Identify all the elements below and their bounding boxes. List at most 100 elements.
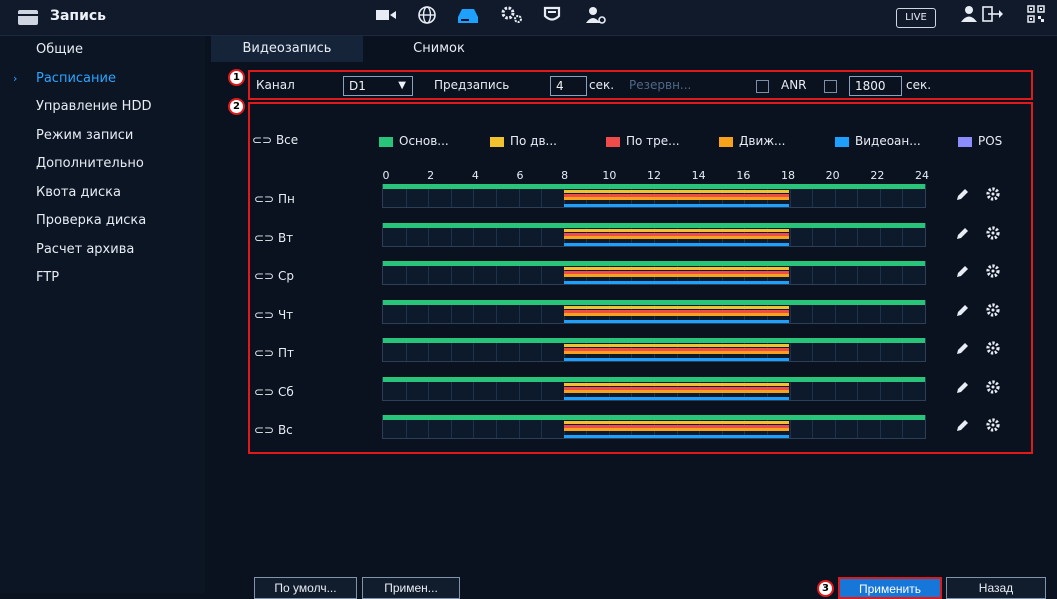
hour-tick-label: 0	[382, 169, 390, 182]
schedule-timeline[interactable]	[382, 376, 926, 401]
active-arrow-icon: ›	[13, 71, 18, 85]
back-button[interactable]: Назад	[946, 577, 1046, 599]
settings-gear-icon[interactable]	[985, 379, 1001, 399]
day-name: Ср	[277, 269, 294, 283]
anr-input[interactable]: 1800	[849, 76, 902, 96]
storage-icon[interactable]	[455, 5, 481, 31]
settings-gear-icon[interactable]	[985, 417, 1001, 437]
top-bar: Запись LIVE	[0, 0, 1057, 36]
schedule-timeline[interactable]	[382, 222, 926, 247]
grid-line	[428, 227, 430, 246]
day-label[interactable]: ⊂⊃ Пн	[254, 192, 295, 206]
schedule-timeline[interactable]	[382, 261, 926, 285]
grid-line	[518, 189, 520, 207]
settings-gear-icon[interactable]	[985, 225, 1001, 245]
grid-line	[495, 343, 497, 361]
user-icon[interactable]	[956, 5, 982, 31]
shield-icon[interactable]	[539, 5, 565, 31]
grid-line	[902, 304, 904, 323]
legend-motion[interactable]: По дв...	[490, 133, 557, 149]
edit-pen-icon[interactable]	[955, 381, 969, 399]
edit-pen-icon[interactable]	[955, 265, 969, 283]
grid-line	[428, 420, 430, 438]
system-gear-icon[interactable]	[499, 5, 525, 31]
sidebar-item-disk-check[interactable]: Проверка диска	[0, 207, 205, 236]
settings-gear-icon[interactable]	[985, 340, 1001, 360]
grid-line	[405, 420, 407, 438]
legend-analytics[interactable]: Видеоан...	[835, 133, 921, 149]
edit-pen-icon[interactable]	[955, 188, 969, 206]
timeline-segment	[563, 319, 790, 323]
schedule-timeline[interactable]	[382, 338, 926, 362]
edit-pen-icon[interactable]	[955, 419, 969, 437]
sidebar-item-hdd[interactable]: Управление HDD	[0, 93, 205, 122]
sidebar-item-label: Расписание	[36, 70, 116, 86]
settings-gear-icon[interactable]	[985, 263, 1001, 283]
schedule-timeline[interactable]	[382, 184, 926, 208]
legend-md[interactable]: Движ...	[719, 133, 786, 149]
sidebar-item-ftp[interactable]: FTP	[0, 264, 205, 293]
copy-button[interactable]: Примен...	[362, 577, 460, 599]
grid-line	[879, 304, 881, 323]
edit-pen-icon[interactable]	[955, 342, 969, 360]
day-label[interactable]: ⊂⊃ Сб	[254, 385, 294, 399]
grid-line	[902, 266, 904, 284]
link-all[interactable]: ⊂⊃ Все	[252, 133, 298, 147]
day-label[interactable]: ⊂⊃ Вт	[254, 231, 293, 245]
channel-select[interactable]: D1 ▼	[343, 76, 413, 96]
hour-tick-label: 14	[691, 169, 706, 182]
account-icon[interactable]	[583, 5, 609, 31]
legend-label: По тре...	[626, 134, 680, 148]
qr-icon[interactable]	[1023, 5, 1049, 31]
grid-line	[450, 381, 452, 400]
grid-line	[428, 304, 430, 323]
live-button[interactable]: LIVE	[896, 8, 936, 28]
schedule-timeline[interactable]	[382, 415, 926, 439]
grid-line	[405, 381, 407, 400]
grid-line	[450, 343, 452, 361]
sidebar-item-schedule[interactable]: › Расписание	[0, 65, 205, 94]
default-button[interactable]: По умолч...	[254, 577, 357, 599]
grid-line	[428, 266, 430, 284]
tab-video[interactable]: Видеозапись	[211, 36, 363, 62]
tab-snapshot[interactable]: Снимок	[363, 36, 515, 62]
anr-checkbox[interactable]	[824, 80, 837, 93]
legend-alarm[interactable]: По тре...	[606, 133, 680, 149]
edit-pen-icon[interactable]	[955, 227, 969, 245]
settings-gear-icon[interactable]	[985, 302, 1001, 322]
timeline-segment	[563, 204, 790, 207]
timeline-segment	[563, 305, 790, 309]
sidebar-item-general[interactable]: Общие	[0, 36, 205, 65]
sidebar-item-quota[interactable]: Квота диска	[0, 179, 205, 208]
network-icon[interactable]	[414, 5, 440, 31]
day-label[interactable]: ⊂⊃ Чт	[254, 308, 293, 322]
prerecord-input[interactable]: 4	[550, 76, 587, 96]
timeline-segment	[563, 228, 790, 232]
grid-line	[541, 266, 543, 284]
link-icon: ⊂⊃	[254, 423, 278, 437]
schedule-timeline[interactable]	[382, 299, 926, 324]
legend-main[interactable]: Основ...	[379, 133, 449, 149]
grid-line	[789, 420, 791, 438]
link-icon: ⊂⊃	[254, 307, 278, 322]
settings-gear-icon[interactable]	[985, 186, 1001, 206]
day-label[interactable]: ⊂⊃ Ср	[254, 269, 294, 283]
day-label[interactable]: ⊂⊃ Вс	[254, 423, 293, 437]
sidebar-item-archive-calc[interactable]: Расчет архива	[0, 236, 205, 265]
anr-label: ANR	[781, 78, 807, 92]
grid-line	[450, 420, 452, 438]
logout-icon[interactable]	[980, 5, 1006, 31]
day-label[interactable]: ⊂⊃ Пт	[254, 346, 294, 360]
badge-1: 1	[228, 69, 245, 86]
edit-pen-icon[interactable]	[955, 304, 969, 322]
legend-label: По дв...	[510, 134, 557, 148]
timeline-segment-main	[383, 376, 925, 382]
grid-line	[473, 266, 475, 284]
apply-button[interactable]: Применить	[838, 577, 942, 599]
sidebar-item-advanced[interactable]: Дополнительно	[0, 150, 205, 179]
camera-icon[interactable]	[373, 5, 399, 31]
sidebar-item-record-mode[interactable]: Режим записи	[0, 122, 205, 151]
redundancy-checkbox[interactable]	[756, 80, 769, 93]
timeline-segment	[563, 351, 790, 354]
legend-pos[interactable]: POS	[958, 133, 1002, 149]
